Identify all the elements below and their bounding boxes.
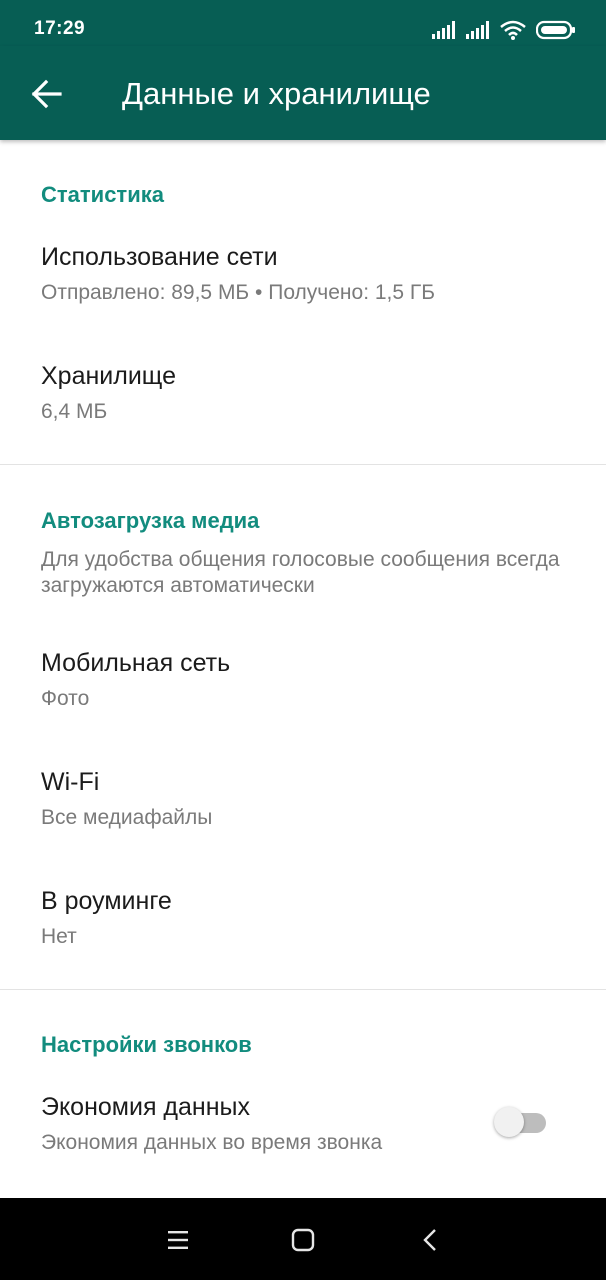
section-header-statistics: Статистика bbox=[41, 182, 164, 207]
section-header-media-autodownload: Автозагрузка медиа bbox=[41, 508, 260, 533]
storage-subtitle: 6,4 МБ bbox=[41, 400, 108, 423]
status-icons bbox=[432, 18, 576, 42]
home-button[interactable] bbox=[289, 1226, 317, 1254]
data-saver-toggle[interactable] bbox=[494, 1105, 546, 1137]
wifi-item[interactable]: Wi-Fi Все медиафайлы bbox=[0, 768, 606, 838]
page-title: Данные и хранилище bbox=[122, 76, 431, 111]
arrow-left-icon bbox=[31, 79, 62, 109]
wifi-title: Wi-Fi bbox=[41, 768, 100, 796]
home-icon bbox=[291, 1228, 315, 1252]
data-saver-item[interactable]: Экономия данных Экономия данных во время… bbox=[0, 1093, 606, 1163]
navigation-bar bbox=[0, 1198, 606, 1280]
divider bbox=[0, 989, 606, 990]
signal-icon bbox=[432, 21, 455, 39]
wifi-icon bbox=[500, 20, 526, 40]
back-icon bbox=[423, 1229, 436, 1251]
network-usage-item[interactable]: Использование сети Отправлено: 89,5 МБ •… bbox=[0, 243, 606, 313]
storage-title: Хранилище bbox=[41, 362, 176, 390]
divider bbox=[0, 464, 606, 465]
back-button[interactable] bbox=[30, 79, 64, 109]
system-back-button[interactable] bbox=[416, 1226, 444, 1254]
roaming-item[interactable]: В роуминге Нет bbox=[0, 887, 606, 957]
data-saver-subtitle: Экономия данных во время звонка bbox=[41, 1131, 383, 1154]
section-header-call-settings: Настройки звонков bbox=[41, 1032, 252, 1057]
mobile-network-title: Мобильная сеть bbox=[41, 649, 231, 677]
storage-item[interactable]: Хранилище 6,4 МБ bbox=[0, 362, 606, 432]
network-usage-subtitle: Отправлено: 89,5 МБ • Получено: 1,5 ГБ bbox=[41, 281, 436, 304]
menu-icon bbox=[168, 1231, 188, 1249]
recent-apps-button[interactable] bbox=[164, 1226, 192, 1254]
data-saver-title: Экономия данных bbox=[41, 1093, 251, 1121]
settings-list: Статистика Использование сети Отправлено… bbox=[0, 140, 606, 1198]
mobile-network-item[interactable]: Мобильная сеть Фото bbox=[0, 649, 606, 719]
status-time: 17:29 bbox=[34, 18, 86, 39]
toggle-thumb bbox=[494, 1107, 524, 1137]
wifi-subtitle: Все медиафайлы bbox=[41, 806, 213, 829]
roaming-title: В роуминге bbox=[41, 887, 172, 915]
signal-icon bbox=[466, 21, 489, 39]
status-bar: 17:29 bbox=[0, 0, 606, 46]
app-bar: Данные и хранилище bbox=[0, 46, 606, 140]
mobile-network-subtitle: Фото bbox=[41, 687, 90, 710]
autodownload-note: Для удобства общения голосовые сообщения… bbox=[41, 548, 560, 597]
battery-icon bbox=[536, 20, 575, 40]
roaming-subtitle: Нет bbox=[41, 925, 77, 948]
network-usage-title: Использование сети bbox=[41, 243, 278, 271]
